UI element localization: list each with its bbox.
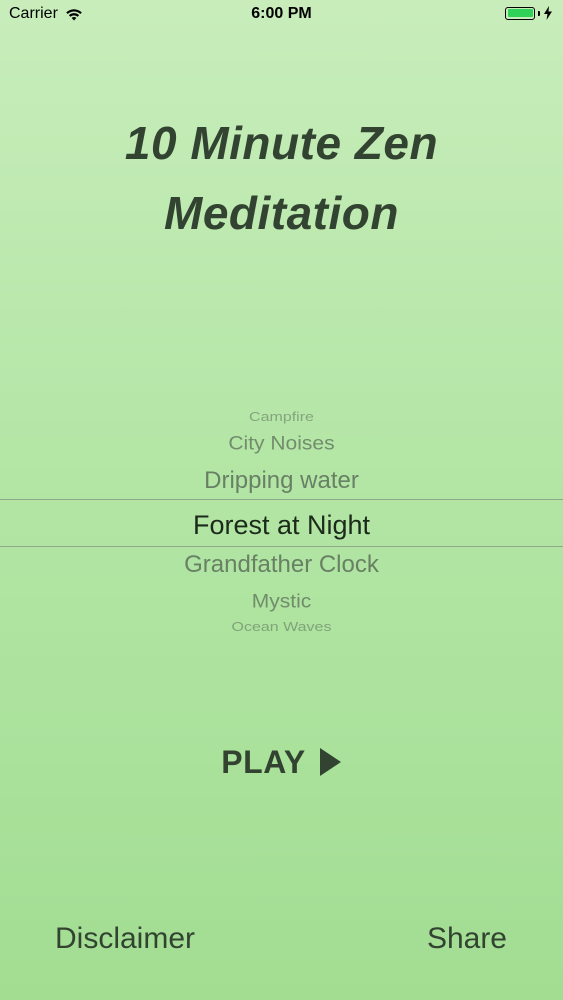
status-bar: Carrier 6:00 PM: [0, 0, 563, 30]
status-time: 6:00 PM: [251, 5, 312, 22]
picker-item[interactable]: Mystic: [0, 589, 563, 615]
app-title-line-2: Meditation: [164, 187, 399, 239]
picker-selection-line-bottom: [0, 546, 563, 547]
play-icon: [319, 748, 341, 776]
battery-icon: [505, 6, 535, 20]
picker-item[interactable]: Grandfather Clock: [0, 549, 563, 581]
picker-item-hidden-bottom: [0, 639, 563, 643]
play-button[interactable]: PLAY: [0, 740, 563, 784]
picker-item[interactable]: Dripping water: [0, 465, 563, 497]
picker-item-selected[interactable]: Forest at Night: [0, 505, 563, 545]
battery-fill: [507, 9, 533, 17]
picker-item-hidden-top: [0, 400, 563, 408]
picker-item[interactable]: Ocean Waves: [0, 620, 563, 636]
picker-item[interactable]: City Noises: [0, 431, 563, 457]
app-title-line-1: 10 Minute Zen: [124, 117, 439, 169]
disclaimer-button[interactable]: Disclaimer: [55, 922, 195, 956]
charging-bolt-icon: [544, 6, 552, 20]
battery-group: [505, 6, 553, 20]
app-title: 10 Minute Zen Meditation: [0, 108, 563, 248]
picker-item[interactable]: Campfire: [0, 410, 563, 426]
battery-tip: [538, 10, 540, 16]
picker-selection-line-top: [0, 499, 563, 500]
share-button[interactable]: Share: [427, 922, 507, 956]
play-label: PLAY: [221, 743, 306, 780]
sound-picker[interactable]: Campfire City Noises Dripping water Fore…: [0, 400, 563, 645]
